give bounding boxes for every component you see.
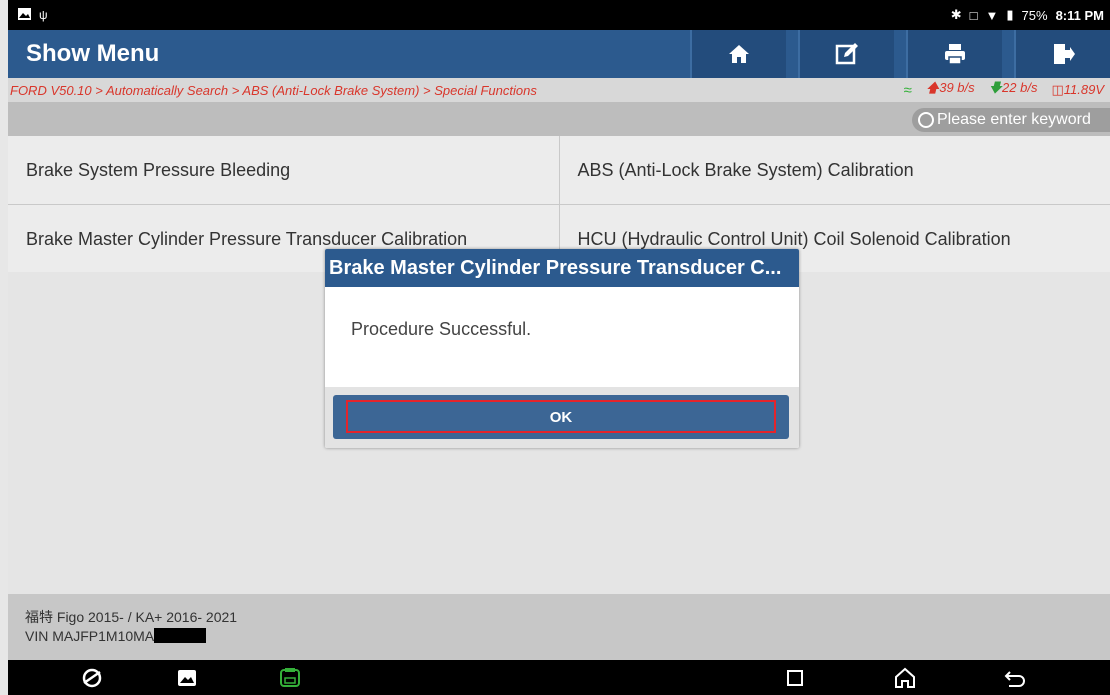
search-icon	[918, 112, 934, 128]
navigation-bar	[8, 660, 1110, 695]
exit-icon	[1054, 44, 1075, 64]
breadcrumb: FORD V50.10 > Automatically Search > ABS…	[8, 78, 1110, 102]
page-title: Show Menu	[26, 40, 160, 67]
vehicle-info: 福特 Figo 2015- / KA+ 2016- 2021 VIN MAJFP…	[8, 594, 1110, 660]
ok-button[interactable]: OK	[333, 395, 789, 439]
back-icon[interactable]	[1003, 666, 1027, 690]
dialog-title: Brake Master Cylinder Pressure Transduce…	[325, 249, 799, 287]
focus-highlight	[346, 400, 776, 433]
search-input[interactable]: Please enter keyword	[912, 108, 1110, 132]
home-button[interactable]	[690, 30, 786, 78]
upload-rate: 🡅39 b/s	[925, 80, 975, 95]
usb-notification-icon: ψ	[39, 8, 48, 22]
status-bar: ψ ✱ □ ▼ ▮ 75% 8:11 PM	[8, 0, 1110, 30]
print-icon	[945, 44, 965, 65]
vehicle-model: 福特 Figo 2015- / KA+ 2016- 2021	[25, 609, 238, 625]
home-nav-icon[interactable]	[893, 666, 917, 690]
vin-redaction	[154, 628, 207, 643]
function-item[interactable]: ABS (Anti-Lock Brake System) Calibration	[558, 136, 1110, 204]
clock: 8:11 PM	[1055, 7, 1104, 23]
edit-icon	[835, 43, 858, 65]
exit-button[interactable]	[1014, 30, 1110, 78]
search-placeholder: Please enter keyword	[937, 111, 1091, 128]
app-header: Show Menu	[8, 30, 1110, 78]
vci-icon[interactable]	[278, 666, 302, 690]
breadcrumb-path: FORD V50.10 > Automatically Search > ABS…	[10, 82, 537, 98]
battery-voltage: ◫11.89V	[1051, 82, 1104, 97]
battery-icon: ▮	[1006, 7, 1014, 22]
browser-icon[interactable]	[80, 666, 104, 690]
gallery-notification-icon	[18, 7, 31, 23]
wifi-icon: ▼	[985, 7, 999, 23]
function-item[interactable]: Brake System Pressure Bleeding	[8, 136, 559, 204]
home-icon	[729, 45, 749, 63]
recent-apps-icon[interactable]	[783, 666, 807, 690]
print-button[interactable]	[906, 30, 1002, 78]
dialog-footer: OK	[325, 387, 799, 448]
dialog-message: Procedure Successful.	[351, 319, 532, 339]
bluetooth-icon: ✱	[950, 7, 962, 22]
battery-level: 75%	[1021, 7, 1048, 23]
download-rate: 🡇22 b/s	[988, 80, 1038, 95]
vehicle-vin: VIN MAJFP1M10MA	[25, 627, 1110, 646]
search-row: Please enter keyword	[8, 102, 1110, 136]
result-dialog: Brake Master Cylinder Pressure Transduce…	[325, 249, 799, 448]
table-row: Brake System Pressure Bleeding ABS (Anti…	[8, 136, 1110, 205]
edit-button[interactable]	[798, 30, 894, 78]
vibrate-icon: □	[969, 7, 978, 23]
gallery-icon[interactable]	[175, 666, 199, 690]
signal-icon: ≈	[903, 81, 912, 99]
